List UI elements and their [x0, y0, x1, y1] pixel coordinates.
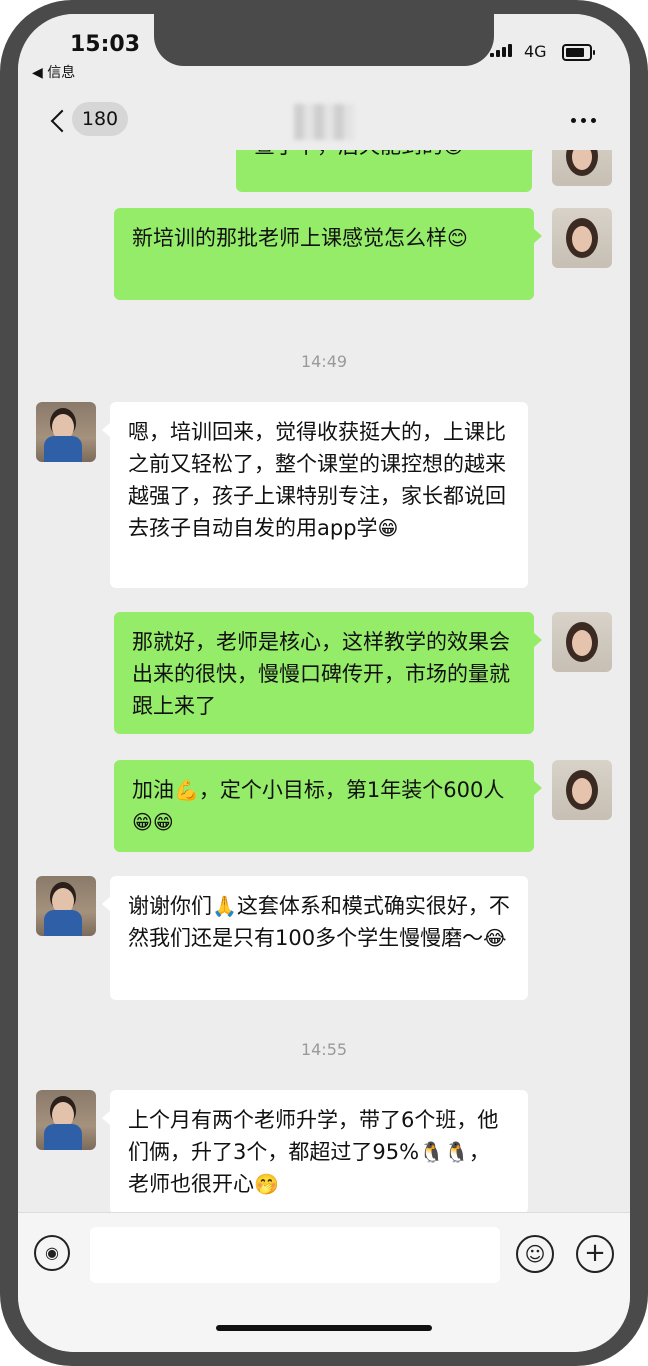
chat-header: 180 — [18, 94, 630, 150]
contact-avatar[interactable] — [36, 1090, 96, 1150]
smile-emoji: 😊 — [447, 226, 468, 250]
plus-icon[interactable]: + — [576, 1235, 614, 1273]
voice-icon[interactable]: ◉ — [34, 1235, 70, 1271]
message-bubble[interactable]: 上个月有两个老师升学，带了6个班，他们俩，升了3个，都超过了95%🐧🐧，老师也很… — [102, 1090, 528, 1214]
tears-of-joy-emoji: 😂 — [483, 926, 507, 950]
message-text: 新培训的那批老师上课感觉怎么样 — [132, 226, 447, 250]
signal-icon — [490, 44, 512, 57]
my-avatar[interactable] — [552, 612, 612, 672]
message-text: 谢谢你们 — [128, 894, 212, 918]
battery-icon — [562, 44, 595, 61]
emoji-icon[interactable]: ☺ — [516, 1235, 554, 1273]
message-bubble[interactable]: 谢谢你们🙏这套体系和模式确实很好，不然我们还是只有100多个学生慢慢磨～😂 — [102, 876, 528, 1000]
pray-emoji: 🙏 — [212, 894, 237, 918]
my-avatar[interactable] — [552, 208, 612, 268]
phone-frame: 15:03 ◀ 信息 4G 180 查了下，后天能到的😊 — [0, 0, 648, 1366]
my-avatar[interactable] — [552, 760, 612, 820]
home-indicator — [216, 1325, 432, 1331]
message-input[interactable] — [90, 1227, 500, 1283]
giggle-emoji: 🤭 — [254, 1172, 279, 1196]
chat-title-blurred — [294, 104, 354, 140]
message-text: 那就好，老师是核心，这样教学的效果会出来的很快，慢慢口碑传开，市场的量就跟上来了 — [132, 630, 510, 718]
timestamp: 14:49 — [300, 352, 348, 371]
contact-avatar[interactable] — [36, 876, 96, 936]
input-bar: ◉ ☺ + — [18, 1212, 630, 1352]
timestamp: 14:55 — [300, 1040, 348, 1059]
contact-avatar[interactable] — [36, 402, 96, 462]
message-text: ，定个小目标，第1年装个600人 — [198, 778, 505, 802]
message-bubble[interactable]: 嗯，培训回来，觉得收获挺大的，上课比之前又轻松了，整个课堂的课控想的越来越强了，… — [102, 402, 528, 588]
message-text: 加油 — [132, 778, 174, 802]
network-label: 4G — [524, 42, 547, 61]
message-text: 嗯，培训回来，觉得收获挺大的，上课比之前又轻松了，整个课堂的课控想的越来越强了，… — [128, 420, 506, 540]
more-dots-icon[interactable] — [571, 118, 596, 123]
message-bubble[interactable]: 新培训的那批老师上课感觉怎么样😊 — [114, 208, 542, 300]
message-list[interactable]: 查了下，后天能到的😊 新培训的那批老师上课感觉怎么样😊 14:49 嗯，培训回来… — [18, 116, 630, 1214]
unread-count-badge[interactable]: 180 — [72, 102, 128, 136]
grin-emoji: 😁😁 — [132, 810, 174, 834]
message-bubble[interactable]: 那就好，老师是核心，这样教学的效果会出来的很快，慢慢口碑传开，市场的量就跟上来了 — [114, 612, 542, 734]
message-bubble[interactable]: 加油💪，定个小目标，第1年装个600人 😁😁 — [114, 760, 542, 852]
penguin-emoji: 🐧🐧 — [419, 1140, 469, 1164]
back-to-app-link[interactable]: ◀ 信息 — [32, 62, 75, 82]
flexed-bicep-emoji: 💪 — [174, 778, 199, 802]
status-time: 15:03 — [70, 32, 141, 57]
grin-emoji: 😁 — [377, 516, 399, 540]
screen: 15:03 ◀ 信息 4G 180 查了下，后天能到的😊 — [18, 14, 630, 1352]
notch — [154, 14, 494, 66]
